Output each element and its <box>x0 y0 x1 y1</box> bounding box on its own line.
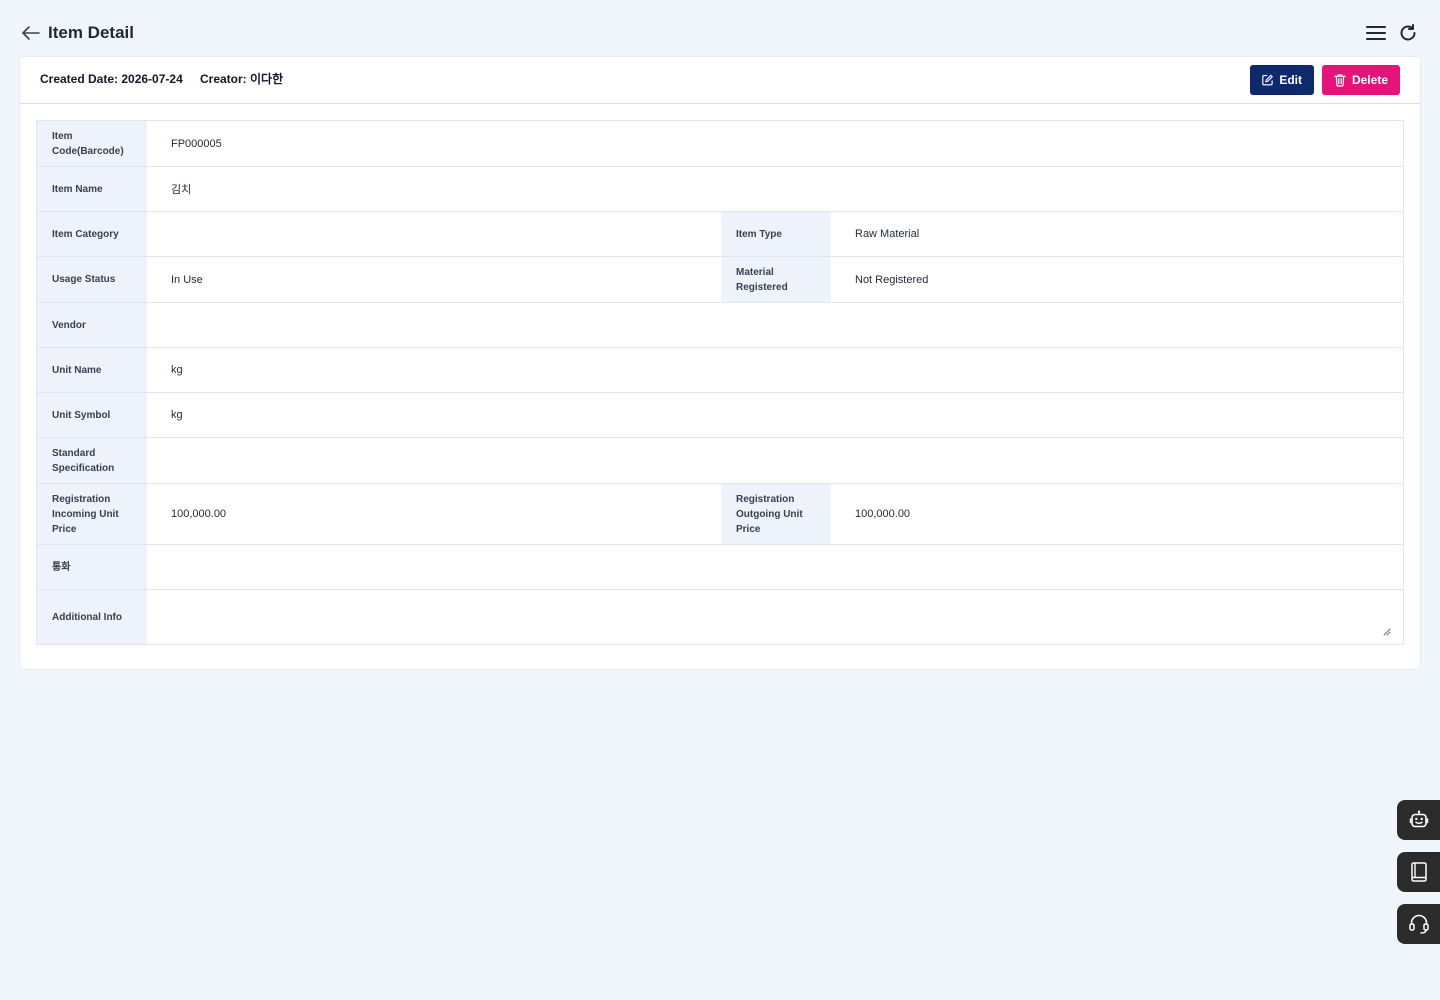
headset-icon <box>1408 914 1429 934</box>
field-label: Item Category <box>37 212 147 256</box>
field-label: Vendor <box>37 303 147 347</box>
table-row: Unit Name kg <box>37 348 1403 393</box>
table-row: Usage Status In Use Material Registered … <box>37 257 1403 303</box>
table-row: Unit Symbol kg <box>37 393 1403 438</box>
table-row: Item Name 김치 <box>37 167 1403 212</box>
book-icon <box>1410 862 1427 882</box>
field-label: Registration Incoming Unit Price <box>37 484 147 544</box>
chatbot-button[interactable] <box>1397 800 1440 840</box>
created-date: Created Date: 2026-07-24 <box>40 72 183 86</box>
creator: Creator: 이다한 <box>200 72 284 86</box>
table-row: Item Code(Barcode) FP000005 <box>37 121 1403 167</box>
card-header: Created Date: 2026-07-24 Creator: 이다한 Ed… <box>20 57 1420 104</box>
trash-icon <box>1334 74 1346 87</box>
incoming-price-value: 100,000.00 <box>171 508 227 520</box>
edit-icon <box>1262 74 1273 86</box>
field-label: Registration Outgoing Unit Price <box>721 484 831 544</box>
field-label: Item Code(Barcode) <box>37 121 147 166</box>
item-detail-card: Created Date: 2026-07-24 Creator: 이다한 Ed… <box>20 57 1420 669</box>
unit-name-value: kg <box>171 364 183 376</box>
field-label: Material Registered <box>721 257 831 302</box>
field-label: Item Type <box>721 212 831 256</box>
field-label: Item Name <box>37 167 147 211</box>
usage-status-value: In Use <box>171 273 203 286</box>
robot-icon <box>1409 810 1428 828</box>
field-label: Usage Status <box>37 257 147 302</box>
hamburger-menu-icon <box>1366 26 1386 40</box>
item-type-value: Raw Material <box>855 228 920 240</box>
page-title: Item Detail <box>48 23 134 42</box>
item-category-value <box>147 212 721 256</box>
vendor-value <box>147 303 1403 347</box>
refresh-icon <box>1400 24 1416 41</box>
support-button[interactable] <box>1397 904 1440 944</box>
item-code-value: FP000005 <box>171 137 222 150</box>
back-button[interactable] <box>20 22 42 44</box>
currency-value <box>147 545 1403 589</box>
field-label: Unit Name <box>37 348 147 392</box>
table-row: Additional Info <box>37 590 1403 645</box>
resize-handle-icon[interactable] <box>1383 628 1391 636</box>
field-label: 통화 <box>37 545 147 589</box>
outgoing-price-value: 100,000.00 <box>855 508 911 520</box>
edit-button[interactable]: Edit <box>1250 65 1314 95</box>
table-row: Standard Specification <box>37 438 1403 484</box>
unit-symbol-value: kg <box>171 409 183 421</box>
top-bar: Item Detail <box>0 0 1440 64</box>
table-row: Registration Incoming Unit Price 100,000… <box>37 484 1403 545</box>
item-name-value: 김치 <box>171 184 192 196</box>
table-row: Vendor <box>37 303 1403 348</box>
manual-button[interactable] <box>1397 852 1440 892</box>
table-row: Item Category Item Type Raw Material <box>37 212 1403 257</box>
delete-button[interactable]: Delete <box>1322 65 1400 95</box>
field-label: Unit Symbol <box>37 393 147 437</box>
table-row: 통화 <box>37 545 1403 590</box>
menu-button[interactable] <box>1364 21 1388 45</box>
field-label: Standard Specification <box>37 438 147 483</box>
refresh-button[interactable] <box>1396 21 1420 45</box>
additional-info-textarea[interactable] <box>147 590 1403 644</box>
edit-button-label: Edit <box>1279 73 1302 87</box>
delete-button-label: Delete <box>1351 73 1388 87</box>
item-detail-table: Item Code(Barcode) FP000005 Item Name 김치… <box>36 120 1404 645</box>
standard-spec-value <box>147 438 1403 483</box>
field-label: Additional Info <box>37 590 147 644</box>
material-registered-value: Not Registered <box>855 273 929 286</box>
arrow-left-icon <box>22 26 40 40</box>
